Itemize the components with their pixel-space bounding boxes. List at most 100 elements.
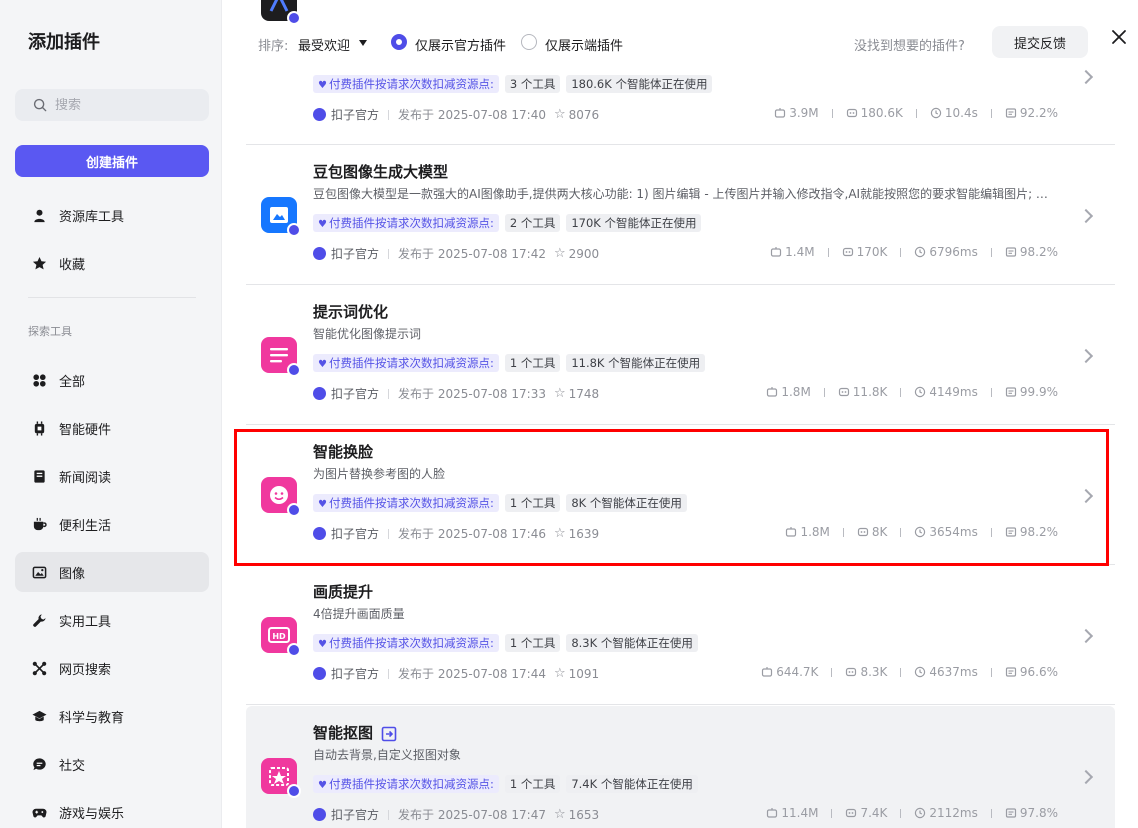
tool-count-tag: 1 个工具 [504, 775, 561, 793]
plugin-stat: 8.3K [845, 665, 887, 679]
plugin-meta: 扣子官方 发布于 2025-07-08 17:47 ☆ 1653 [313, 806, 599, 823]
sidebar-item-label: 实用工具 [59, 614, 112, 630]
sidebar-item-utilities[interactable]: 实用工具 [15, 600, 209, 640]
chevron-right-icon[interactable] [1078, 628, 1094, 644]
official-badge-icon [287, 363, 301, 377]
star-icon[interactable]: ☆ [554, 666, 566, 681]
plugin-title-text: 智能抠图 [313, 724, 374, 742]
star-icon[interactable]: ☆ [554, 807, 566, 822]
bot-icon [846, 808, 857, 818]
plugin-stat-value: 96.6% [1019, 665, 1058, 679]
chevron-right-icon[interactable] [1078, 769, 1094, 785]
plugin-stat: 97.8% [1005, 806, 1058, 820]
star-icon[interactable]: ☆ [554, 246, 566, 261]
plugin-stat-value: 10.4s [944, 106, 978, 120]
call-count-icon [767, 387, 778, 397]
plugin-card[interactable]: 提示词优化 智能优化图像提示词 ♥ 付费插件按请求次数扣减资源点: 1 个工具 11… [246, 285, 1115, 425]
create-plugin-button[interactable]: 创建插件 [15, 145, 209, 177]
diamond-icon: ♥ [318, 639, 327, 650]
plugin-stat-value: 11.8K [852, 385, 888, 399]
plugin-stat-value: 4637ms [929, 665, 978, 679]
stat-separator [831, 808, 833, 818]
sidebar-item-all[interactable]: 全部 [15, 360, 209, 400]
plugin-stars: 1091 [568, 666, 600, 681]
plugin-meta: 扣子官方 发布于 2025-07-08 17:44 ☆ 1091 [313, 665, 599, 682]
plugin-title[interactable]: 智能抠图 [313, 722, 397, 743]
sidebar-item-games[interactable]: 游戏与娱乐 [15, 792, 209, 828]
open-in-new-icon[interactable] [381, 726, 397, 742]
image-icon [31, 564, 47, 580]
plugin-stat-value: 98.2% [1019, 245, 1058, 259]
sidebar-item-image[interactable]: 图像 [15, 552, 209, 592]
sidebar-item-library-tools[interactable]: 资源库工具 [15, 195, 209, 235]
plugin-meta: 扣子官方 发布于 2025-07-08 17:42 ☆ 2900 [313, 245, 599, 262]
plugin-title[interactable]: 提示词优化 [313, 301, 388, 322]
book-icon [31, 468, 47, 484]
plugin-stat-value: 3.9M [789, 106, 819, 120]
search-icon [33, 98, 47, 112]
plugin-stat-value: 11.4M [781, 806, 819, 820]
plugin-stars: 1748 [568, 386, 600, 401]
search-input[interactable] [55, 97, 195, 113]
stat-separator [990, 108, 992, 118]
plugin-stats: 1.4M 170K 6796ms 98.2% [770, 245, 1058, 259]
usage-count-tag: 180.6K 个智能体正在使用 [566, 75, 713, 93]
sidebar-item-news[interactable]: 新闻阅读 [15, 456, 209, 496]
sidebar-item-education[interactable]: 科学与教育 [15, 696, 209, 736]
plugin-stat-value: 2112ms [929, 806, 978, 820]
plugin-card[interactable]: HD 画质提升 4倍提升画面质量 ♥ 付费插件按请求次数扣减资源点: 1 个工具 8… [246, 565, 1115, 705]
paid-tag: ♥ 付费插件按请求次数扣减资源点: [313, 75, 499, 93]
search-box[interactable] [15, 89, 209, 121]
stat-separator [990, 247, 992, 257]
plugin-stat-value: 6796ms [929, 245, 978, 259]
plugin-meta: 扣子官方 发布于 2025-07-08 17:33 ☆ 1748 [313, 385, 599, 402]
plugin-description: 自动去背景,自定义抠图对象 [313, 748, 461, 762]
plugin-published: 发布于 2025-07-08 17:42 [398, 247, 546, 261]
sidebar-item-social[interactable]: 社交 [15, 744, 209, 784]
clock-icon [915, 807, 926, 819]
paid-tag: ♥ 付费插件按请求次数扣减资源点: [313, 775, 499, 793]
plugin-stats: 644.7K 8.3K 4637ms 96.6% [761, 665, 1058, 679]
bot-icon [842, 247, 853, 257]
call-count-icon [767, 808, 778, 818]
plugin-title-text: 豆包图像生成大模型 [313, 163, 449, 181]
plugin-stat-value: 7.4K [860, 806, 888, 820]
plugin-title-text: 提示词优化 [313, 303, 389, 321]
chevron-right-icon[interactable] [1078, 208, 1094, 224]
success-rate-icon [1005, 387, 1016, 397]
stat-separator [831, 108, 833, 118]
sidebar-item-web-search[interactable]: 网页搜索 [15, 648, 209, 688]
sidebar-item-label: 全部 [59, 374, 86, 390]
paid-tag: ♥ 付费插件按请求次数扣减资源点: [313, 214, 499, 232]
plugin-stat-value: 4149ms [929, 385, 978, 399]
plugin-card[interactable]: ♥ 付费插件按请求次数扣减资源点: 3 个工具 180.6K 个智能体正在使用 扣… [246, 0, 1115, 145]
plugin-title[interactable]: 画质提升 [313, 581, 373, 602]
diamond-icon: ♥ [318, 780, 327, 791]
official-icon [313, 387, 326, 400]
sidebar-item-favorites[interactable]: 收藏 [15, 243, 209, 283]
graduation-cap-icon [31, 708, 47, 724]
plugin-stat: 98.2% [1005, 245, 1058, 259]
sidebar-item-life[interactable]: 便利生活 [15, 504, 209, 544]
star-icon[interactable]: ☆ [554, 107, 566, 122]
star-icon[interactable]: ☆ [554, 386, 566, 401]
sidebar-item-hardware[interactable]: 智能硬件 [15, 408, 209, 448]
paid-tag: ♥ 付费插件按请求次数扣减资源点: [313, 634, 499, 652]
sidebar-item-label: 资源库工具 [59, 209, 125, 225]
plugin-card[interactable]: 豆包图像生成大模型 豆包图像大模型是一款强大的AI图像助手,提供两大核心功能: 1… [246, 145, 1115, 285]
sidebar: 添加插件 创建插件 资源库工具 收藏 探索工具 全部 智能硬件 新闻阅读 便利生… [0, 0, 222, 828]
clock-icon [915, 246, 926, 258]
plugin-tags: ♥ 付费插件按请求次数扣减资源点: 2 个工具 170K 个智能体正在使用 [313, 214, 702, 232]
plugin-published: 发布于 2025-07-08 17:40 [398, 108, 546, 122]
chevron-right-icon[interactable] [1078, 69, 1094, 85]
paid-tag-text: 付费插件按请求次数扣减资源点: [328, 77, 494, 91]
diamond-icon: ♥ [318, 219, 327, 230]
success-rate-icon [1005, 667, 1016, 677]
stat-separator [900, 247, 902, 257]
plugin-title[interactable]: 豆包图像生成大模型 [313, 161, 448, 182]
call-count-icon [762, 667, 773, 677]
plugin-card[interactable]: 智能抠图自动去背景,自定义抠图对象 ♥ 付费插件按请求次数扣减资源点: 1 个工具… [246, 706, 1115, 828]
plugin-stat: 1.4M [770, 245, 815, 259]
usage-count-tag: 8.3K 个智能体正在使用 [566, 634, 698, 652]
chevron-right-icon[interactable] [1078, 348, 1094, 364]
